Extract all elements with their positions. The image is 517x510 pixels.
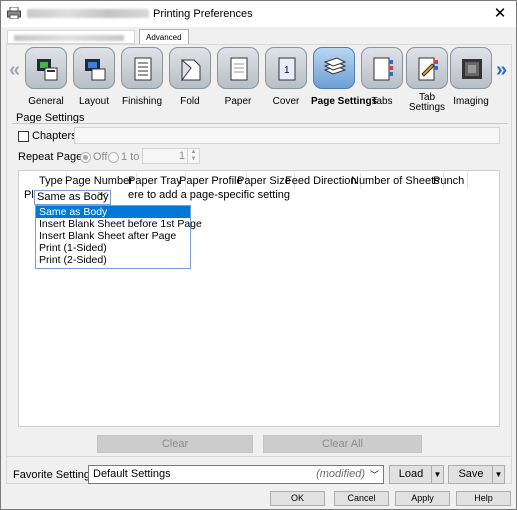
- nav-item-general[interactable]: General: [23, 47, 69, 107]
- nav-item-tabs[interactable]: Tabs: [359, 47, 405, 107]
- save-dropdown-icon[interactable]: ▼: [492, 466, 504, 483]
- layout-icon: [73, 47, 115, 89]
- repeat-pages-value: 1: [178, 150, 185, 162]
- stepper-arrows-icon[interactable]: ▲ ▼: [187, 149, 199, 163]
- apply-button[interactable]: Apply: [395, 491, 450, 506]
- load-button[interactable]: Load ▼: [389, 465, 444, 484]
- tabs-icon: [361, 47, 403, 89]
- clear-button[interactable]: Clear: [97, 435, 253, 453]
- title-bar: Printing Preferences ✕: [1, 1, 516, 27]
- type-dropdown-list: Same as Body Insert Blank Sheet before 1…: [35, 205, 202, 269]
- printing-preferences-window: Printing Preferences ✕ Advanced « » Gene…: [0, 0, 517, 510]
- chevron-down-icon: ﹀: [97, 192, 107, 202]
- repeat-1to-radio[interactable]: [108, 152, 119, 163]
- cover-icon: 1: [265, 47, 307, 89]
- nav-item-paper[interactable]: Paper: [215, 47, 261, 107]
- dropdown-option[interactable]: Insert Blank Sheet before 1st Page: [36, 218, 202, 230]
- fold-icon: [169, 47, 211, 89]
- printer-name-redacted: [27, 9, 149, 18]
- nav-label: Tab Settings: [408, 92, 446, 113]
- save-button[interactable]: Save ▼: [448, 465, 505, 484]
- feature-icon-strip: General Layout Finishing Fold Paper 1 Co…: [23, 47, 494, 113]
- nav-label: Page Settings: [311, 96, 378, 107]
- nav-item-layout[interactable]: Layout: [71, 47, 117, 107]
- page-settings-icon: [313, 47, 355, 89]
- modified-indicator: (modified): [316, 468, 365, 480]
- scroll-left-icon[interactable]: «: [9, 59, 20, 82]
- nav-item-tab-settings[interactable]: Tab Settings: [404, 47, 450, 113]
- nav-label: Imaging: [453, 96, 489, 107]
- dropdown-option[interactable]: Insert Blank Sheet after Page: [36, 230, 190, 242]
- type-select[interactable]: Same as Body ﹀: [34, 190, 111, 205]
- nav-label: Layout: [78, 96, 110, 107]
- printer-icon: [7, 7, 21, 19]
- repeat-pages-label: Repeat Pages: [18, 151, 88, 163]
- repeat-1to-label: 1 to: [121, 151, 140, 163]
- cancel-button[interactable]: Cancel: [334, 491, 389, 506]
- nav-item-page-settings[interactable]: Page Settings: [311, 47, 378, 107]
- section-divider: [12, 123, 508, 124]
- chapters-checkbox[interactable]: [18, 131, 29, 142]
- dropdown-option[interactable]: Print (1-Sided): [36, 242, 190, 254]
- nav-label: General: [28, 96, 64, 107]
- finishing-icon: [121, 47, 163, 89]
- favorite-setting-select[interactable]: Default Settings (modified) ﹀: [88, 465, 384, 484]
- load-button-label: Load: [398, 468, 424, 480]
- chevron-down-icon: ﹀: [369, 470, 379, 480]
- nav-item-imaging[interactable]: Imaging: [448, 47, 494, 107]
- svg-text:1: 1: [284, 65, 290, 76]
- close-icon[interactable]: ✕: [490, 4, 510, 24]
- tab-advanced[interactable]: Advanced: [139, 29, 189, 45]
- nav-label: Paper: [224, 96, 252, 107]
- dropdown-option[interactable]: Print (2-Sided): [36, 254, 190, 266]
- imaging-icon: [450, 47, 492, 89]
- tab-basic[interactable]: [7, 30, 135, 44]
- hint-suffix: ere to add a page-specific setting: [128, 189, 291, 201]
- help-button[interactable]: Help: [456, 491, 511, 506]
- ok-button[interactable]: OK: [270, 491, 325, 506]
- clear-all-button[interactable]: Clear All: [263, 435, 422, 453]
- nav-item-fold[interactable]: Fold: [167, 47, 213, 107]
- general-icon: [25, 47, 67, 89]
- add-setting-hint[interactable]: Pl ere to add a page-specific setting: [24, 189, 290, 201]
- window-title: Printing Preferences: [153, 8, 253, 20]
- nav-label: Finishing: [121, 96, 163, 107]
- save-button-label: Save: [458, 468, 484, 480]
- load-dropdown-icon[interactable]: ▼: [431, 466, 443, 483]
- favorite-setting-label: Favorite Setting: [13, 469, 91, 481]
- favorite-divider: [6, 456, 512, 457]
- nav-label: Fold: [180, 96, 200, 107]
- nav-label: Tabs: [371, 96, 393, 107]
- paper-icon: [217, 47, 259, 89]
- column-header-punch[interactable]: Punch: [430, 173, 469, 189]
- nav-item-cover[interactable]: 1 Cover: [263, 47, 309, 107]
- hint-prefix: Pl: [24, 189, 34, 201]
- tab-settings-icon: [406, 47, 448, 89]
- chapters-label: Chapters: [32, 130, 77, 142]
- repeat-off-radio[interactable]: [80, 152, 91, 163]
- nav-label: Cover: [272, 96, 300, 107]
- favorite-setting-value: Default Settings: [93, 468, 171, 480]
- dropdown-option[interactable]: Same as Body: [36, 206, 190, 218]
- nav-item-finishing[interactable]: Finishing: [119, 47, 165, 107]
- scroll-right-icon[interactable]: »: [496, 59, 507, 82]
- repeat-pages-stepper[interactable]: 1 ▲ ▼: [142, 148, 200, 164]
- chapters-input[interactable]: [74, 127, 500, 144]
- repeat-off-label: Off: [93, 151, 108, 163]
